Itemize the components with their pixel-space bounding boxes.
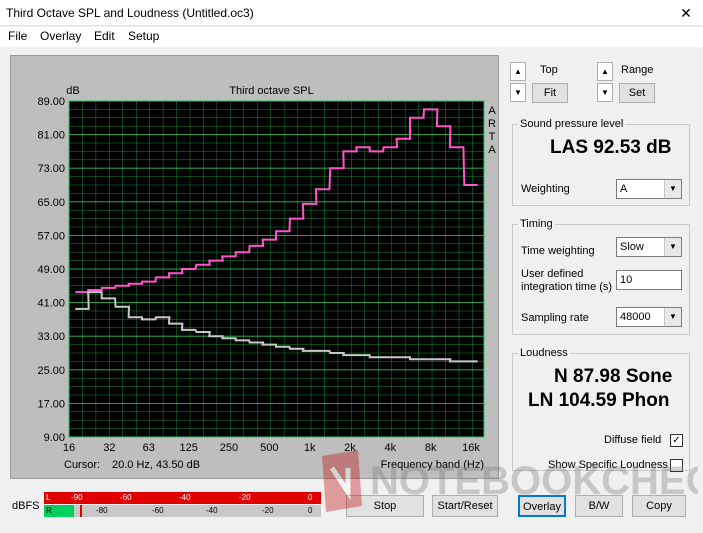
cursor-label: Cursor: [64,459,100,471]
right-tick: 0 [308,506,313,515]
chevron-down-icon: ▼ [664,238,681,256]
x-tick-label: 16 [63,442,75,454]
left-channel-label: L [46,493,51,502]
time-weighting-value: Slow [620,241,644,253]
arta-label-letter: A [488,105,496,117]
y-tick-label: 65.00 [37,197,65,209]
y-tick-label: 89.00 [37,96,65,108]
y-tick-label: 9.00 [44,432,65,444]
y-axis-unit: dB [66,85,79,97]
right-tick: -40 [206,506,218,515]
right-channel-meter: R -80 -60 -40 -20 0 [44,505,321,517]
right-tick: -60 [152,506,164,515]
arta-label-letter: R [488,118,496,130]
menu-overlay[interactable]: Overlay [40,29,81,43]
menu-edit[interactable]: Edit [94,29,115,43]
left-tick: 0 [308,493,313,502]
svg-text:NOTEBOOKCHECK: NOTEBOOKCHECK [370,459,698,503]
range-label: Range [621,64,654,76]
y-tick-label: 81.00 [37,130,65,142]
integration-label-1: User defined [521,268,584,280]
arta-label-letter: A [488,144,496,156]
y-tick-label: 57.00 [37,230,65,242]
weighting-select[interactable]: A ▼ [616,179,682,199]
y-tick-label: 17.00 [37,398,65,410]
window-title: Third Octave SPL and Loudness (Untitled.… [6,6,254,20]
x-tick-label: 250 [220,442,238,454]
range-up-arrow-icon[interactable]: ▲ [597,62,613,81]
right-tick: -80 [96,506,108,515]
notebookcheck-watermark-logo: NOTEBOOKCHECK [322,450,698,512]
y-tick-label: 49.00 [37,264,65,276]
top-up-arrow-icon[interactable]: ▲ [510,62,526,81]
menu-setup[interactable]: Setup [128,29,159,43]
chevron-down-icon: ▼ [664,180,681,198]
x-tick-label: 1k [304,442,316,454]
integration-time-input[interactable]: 10 [616,270,682,290]
timing-group-title: Timing [518,218,555,230]
range-down-arrow-icon[interactable]: ▼ [597,83,613,102]
third-octave-chart[interactable]: 89.00 81.00 73.00 65.00 57.00 49.00 41.00 33.00… [11,56,500,480]
left-tick: -60 [120,493,132,502]
top-down-arrow-icon[interactable]: ▼ [510,83,526,102]
y-tick-label: 33.00 [37,331,65,343]
chart-title: Third octave SPL [229,85,313,97]
weighting-label: Weighting [521,183,570,195]
y-tick-label: 25.00 [37,365,65,377]
left-channel-meter: L -90 -60 -40 -20 0 [44,492,321,504]
sampling-rate-value: 48000 [620,311,651,323]
loudness-group-title: Loudness [518,347,570,359]
cursor-value: 20.0 Hz, 43.50 dB [112,459,200,471]
arta-label-letter: T [489,131,496,143]
y-tick-label: 73.00 [37,163,65,175]
x-tick-label: 500 [260,442,278,454]
right-tick: -20 [262,506,274,515]
close-icon[interactable]: ✕ [669,0,703,26]
fit-button[interactable]: Fit [532,83,568,103]
left-tick: -40 [179,493,191,502]
right-channel-label: R [46,506,52,515]
loudness-phon: LN 104.59 Phon [528,390,670,411]
time-weighting-label: Time weighting [521,245,595,257]
time-weighting-select[interactable]: Slow ▼ [616,237,682,257]
dbfs-label: dBFS [12,500,40,512]
x-tick-label: 125 [179,442,197,454]
menu-file[interactable]: File [8,29,27,43]
integration-label-2: integration time (s) [521,281,613,293]
x-tick-label: 32 [103,442,115,454]
plot-panel: 89.00 81.00 73.00 65.00 57.00 49.00 41.00 33.00… [10,55,499,479]
chevron-down-icon: ▼ [664,308,681,326]
diffuse-field-label: Diffuse field [604,434,662,446]
y-tick-label: 41.00 [37,298,65,310]
left-tick: -20 [239,493,251,502]
x-tick-label: 63 [143,442,155,454]
weighting-value: A [620,183,628,195]
menu-bar: File Overlay Edit Setup [0,27,703,47]
spl-group-title: Sound pressure level [518,118,626,130]
left-tick: -90 [71,493,83,502]
title-bar: Third Octave SPL and Loudness (Untitled.… [0,0,703,26]
loudness-sone: N 87.98 Sone [554,366,673,387]
sampling-rate-label: Sampling rate [521,312,589,324]
spl-value: LAS 92.53 dB [550,137,672,158]
top-label: Top [540,64,558,76]
set-button[interactable]: Set [619,83,655,103]
sampling-rate-select[interactable]: 48000 ▼ [616,307,682,327]
